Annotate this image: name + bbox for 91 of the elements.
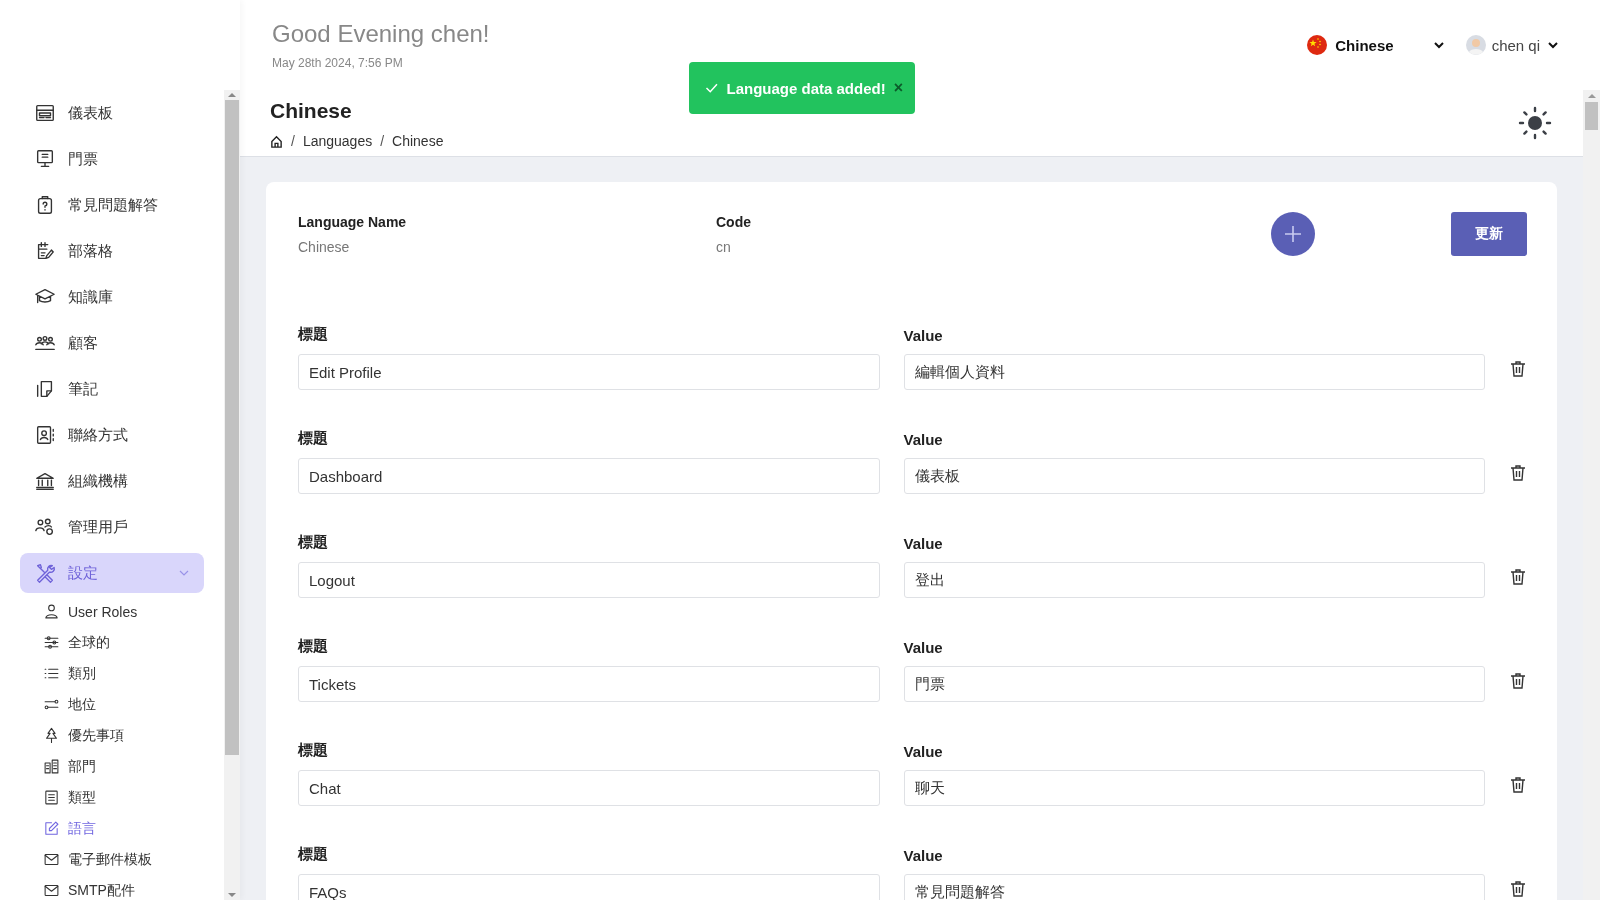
trash-icon[interactable] bbox=[1509, 776, 1527, 794]
submenu-item[interactable]: 部門 bbox=[20, 751, 204, 782]
text-field[interactable]: 儀表板 bbox=[903, 458, 1485, 494]
text-field[interactable]: Logout bbox=[298, 562, 880, 598]
field-label: Value bbox=[903, 847, 944, 864]
toast-message: Language data added! bbox=[726, 79, 886, 97]
submenu-item[interactable]: 類別 bbox=[20, 658, 204, 689]
field-label: 標題 bbox=[298, 325, 329, 344]
text-field[interactable]: 門票 bbox=[903, 666, 1485, 702]
tree-icon bbox=[43, 727, 60, 744]
scroll-thumb[interactable] bbox=[225, 100, 239, 755]
text-field[interactable]: Edit Profile bbox=[298, 354, 880, 390]
page-title: Chinese bbox=[270, 99, 352, 123]
sidebar-item[interactable]: 知識庫 bbox=[20, 274, 204, 320]
monitor-icon bbox=[34, 148, 56, 170]
date-time: May 28th 2024, 7:56 PM bbox=[272, 56, 404, 70]
trash-icon[interactable] bbox=[1509, 880, 1527, 898]
scroll-thumb[interactable] bbox=[1585, 102, 1598, 130]
trash-icon[interactable] bbox=[1509, 672, 1527, 690]
submenu-item[interactable]: 語言 bbox=[20, 813, 204, 844]
sliders-icon bbox=[43, 634, 60, 651]
text-field[interactable]: 常見問題解答 bbox=[903, 874, 1485, 900]
text-field[interactable]: Chat bbox=[298, 770, 880, 806]
submenu-item[interactable]: 地位 bbox=[20, 689, 204, 720]
submenu-item[interactable]: User Roles bbox=[20, 596, 204, 627]
field-label: Value bbox=[903, 431, 944, 448]
scrollbar[interactable] bbox=[224, 90, 240, 900]
sidebar-item[interactable]: 顧客 bbox=[20, 320, 204, 366]
submenu-item[interactable]: 優先事項 bbox=[20, 720, 204, 751]
sidebar-item[interactable]: 組織機構 bbox=[20, 458, 204, 504]
language-selector[interactable]: Chinese bbox=[1307, 35, 1394, 55]
trash-icon[interactable] bbox=[1509, 568, 1527, 586]
mail-icon bbox=[43, 882, 60, 899]
add-button[interactable] bbox=[1271, 212, 1315, 256]
field-label: 標題 bbox=[298, 533, 329, 552]
sidebar-item[interactable]: 門票 bbox=[20, 136, 204, 182]
contact-card-icon bbox=[34, 424, 56, 446]
edit-icon bbox=[43, 820, 60, 837]
flag-icon bbox=[1307, 35, 1328, 55]
sun-icon[interactable] bbox=[1517, 105, 1553, 141]
layout-icon bbox=[34, 102, 56, 124]
text-field[interactable]: 聊天 bbox=[903, 770, 1485, 806]
submenu-item[interactable]: 類型 bbox=[20, 782, 204, 813]
sidebar-item[interactable]: 管理用戶 bbox=[20, 504, 204, 550]
plus-icon bbox=[1283, 224, 1303, 244]
trash-icon[interactable] bbox=[1509, 464, 1527, 482]
field-label: 標題 bbox=[298, 845, 329, 864]
sidebar-item[interactable]: 聯絡方式 bbox=[20, 412, 204, 458]
tools-icon bbox=[34, 562, 56, 584]
avatar-icon bbox=[1465, 35, 1486, 55]
field-label: Value bbox=[903, 327, 944, 344]
field-label: Value bbox=[903, 743, 944, 760]
field-label: Value bbox=[903, 639, 944, 656]
text-field[interactable]: Tickets bbox=[298, 666, 880, 702]
bank-icon bbox=[34, 470, 56, 492]
building-icon bbox=[43, 758, 60, 775]
sidebar-item[interactable]: 部落格 bbox=[20, 228, 204, 274]
text-field[interactable]: FAQs bbox=[298, 874, 880, 900]
text-field[interactable]: 登出 bbox=[903, 562, 1485, 598]
scroll-up-icon[interactable] bbox=[228, 90, 236, 100]
field-label: Code bbox=[716, 214, 752, 230]
sidebar-item[interactable]: 儀表板 bbox=[20, 90, 204, 136]
users-gear-icon bbox=[34, 516, 56, 538]
sidebar-item[interactable]: 筆記 bbox=[20, 366, 204, 412]
trash-icon[interactable] bbox=[1509, 360, 1527, 378]
text-field[interactable]: 編輯個人資料 bbox=[903, 354, 1485, 390]
field-label: 標題 bbox=[298, 637, 329, 656]
field-value: cn bbox=[716, 239, 732, 255]
field-label: Language Name bbox=[298, 214, 408, 230]
scroll-down-icon[interactable] bbox=[228, 890, 236, 900]
submenu-item[interactable]: 全球的 bbox=[20, 627, 204, 658]
submenu-item[interactable]: SMTP配件 bbox=[20, 875, 204, 900]
breadcrumb-link[interactable]: Languages bbox=[302, 133, 373, 149]
user-menu[interactable]: chen qi bbox=[1465, 35, 1560, 55]
mail-icon bbox=[43, 851, 60, 868]
home-icon[interactable] bbox=[270, 134, 283, 148]
breadcrumb-separator: / bbox=[291, 133, 295, 149]
user-icon bbox=[43, 603, 60, 620]
sidebar-item[interactable]: 常見問題解答 bbox=[20, 182, 204, 228]
close-button[interactable]: × bbox=[893, 79, 903, 97]
field-label: 標題 bbox=[298, 429, 329, 448]
field-value: Chinese bbox=[298, 239, 351, 255]
checklist-icon bbox=[43, 789, 60, 806]
greeting-heading: Good Evening chen! bbox=[272, 20, 491, 48]
breadcrumb-link[interactable]: Chinese bbox=[392, 133, 444, 149]
field-label: Value bbox=[903, 535, 944, 552]
field-label: 標題 bbox=[298, 741, 329, 760]
breadcrumb-separator: / bbox=[380, 133, 385, 149]
text-field[interactable]: Dashboard bbox=[298, 458, 880, 494]
update-button[interactable]: 更新 bbox=[1451, 212, 1527, 256]
submenu-item[interactable]: 電子郵件模板 bbox=[20, 844, 204, 875]
